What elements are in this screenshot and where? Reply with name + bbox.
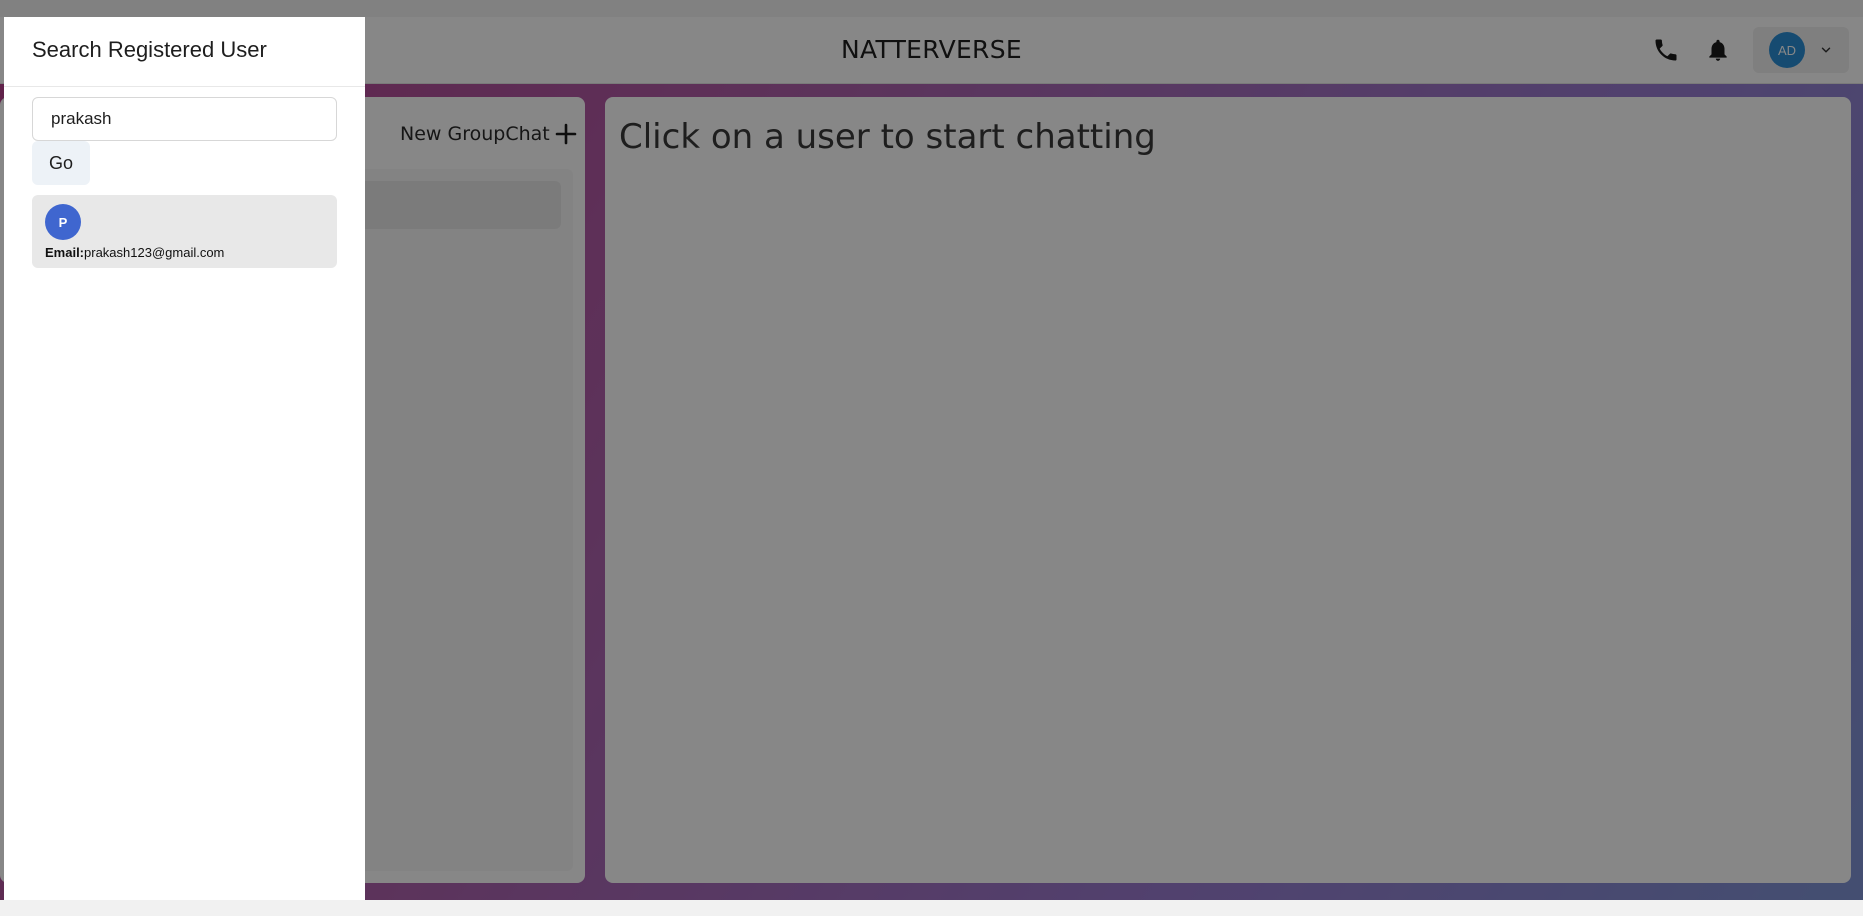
search-drawer: Search Registered User Go P Email:prakas… [4, 17, 365, 900]
email-value: prakash123@gmail.com [84, 245, 225, 260]
taskbar-strip [0, 900, 1863, 916]
avatar: P [45, 204, 81, 240]
drawer-header: Search Registered User [4, 17, 365, 87]
email-label: Email: [45, 245, 85, 260]
search-result-item[interactable]: P Email:prakash123@gmail.com [32, 195, 337, 268]
go-button[interactable]: Go [32, 141, 90, 185]
result-email: Email:prakash123@gmail.com [45, 245, 224, 260]
drawer-title: Search Registered User [32, 37, 267, 62]
search-input[interactable] [32, 97, 337, 141]
